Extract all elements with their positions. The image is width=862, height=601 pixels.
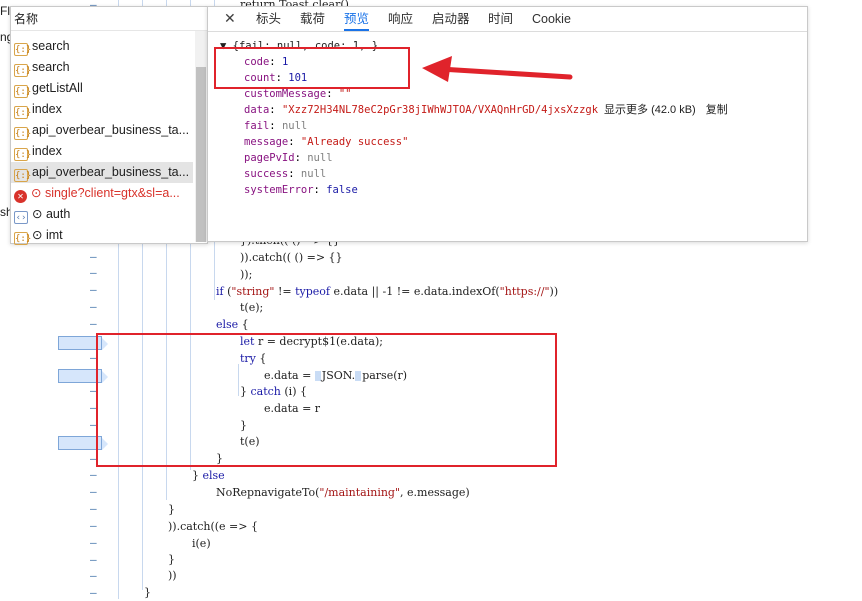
copy-link[interactable]: 复制 bbox=[706, 104, 728, 116]
request-name: index bbox=[32, 102, 62, 116]
request-list-panel: 名称 {:}search {:}search {:}getListAll {:}ind… bbox=[10, 6, 208, 246]
request-row[interactable]: {:}getListAll bbox=[11, 78, 193, 99]
error-icon: ✕ bbox=[14, 190, 27, 203]
request-row[interactable]: {:}api_overbear_business_ta... bbox=[11, 162, 193, 183]
json-icon: {:} bbox=[14, 43, 32, 56]
tab-cookie[interactable]: Cookie bbox=[532, 7, 571, 31]
code-line: )) bbox=[168, 569, 177, 582]
request-row[interactable]: ‹› ⊙ auth bbox=[11, 204, 193, 225]
code-line: )); bbox=[240, 268, 253, 281]
gutter-line-marker: – bbox=[90, 519, 97, 532]
request-list-header[interactable]: 名称 bbox=[11, 7, 207, 31]
code-line: if ("string" != typeof e.data || -1 != e… bbox=[216, 285, 559, 298]
tab-response[interactable]: 响应 bbox=[388, 7, 413, 31]
json-field-message[interactable]: message: "Already success" bbox=[244, 134, 408, 150]
gutter-line-marker: – bbox=[90, 536, 97, 549]
json-field-systemError[interactable]: systemError: false bbox=[244, 182, 358, 198]
request-row[interactable]: {:}api_overbear_business_ta... bbox=[11, 120, 193, 141]
request-name: api_overbear_business_ta... bbox=[32, 123, 190, 137]
code-line: )).catch(( () => {} bbox=[240, 251, 343, 264]
code-line: else { bbox=[216, 318, 249, 331]
request-row[interactable]: {:}search bbox=[11, 57, 193, 78]
request-name: search bbox=[32, 60, 70, 74]
gutter-line-marker: – bbox=[90, 266, 97, 279]
json-value: null bbox=[307, 152, 333, 164]
gutter-line-marker: – bbox=[90, 586, 97, 599]
request-name: getListAll bbox=[32, 81, 83, 95]
json-value: false bbox=[326, 184, 358, 196]
json-key: fail bbox=[244, 120, 270, 132]
request-row[interactable]: {:}index bbox=[11, 141, 193, 162]
code-line: NoRepnavigateTo("/maintaining", e.messag… bbox=[216, 486, 470, 499]
json-icon: {:} bbox=[14, 148, 32, 161]
gutter-line-marker: – bbox=[90, 569, 97, 582]
request-row[interactable]: ✕ ⊙ single?client=gtx&sl=a... bbox=[11, 183, 193, 204]
tab-timing[interactable]: 时间 bbox=[488, 7, 513, 31]
json-field-data[interactable]: data: "Xzz72H34NL78eC2pGr38jIWhWJTOA/VXA… bbox=[244, 102, 728, 118]
code-line: i(e) bbox=[192, 537, 211, 550]
json-field-fail[interactable]: fail: null bbox=[244, 118, 307, 134]
gutter-line-marker: – bbox=[90, 300, 97, 313]
gutter-line-marker: – bbox=[90, 502, 97, 515]
gutter-line-marker: – bbox=[90, 317, 97, 330]
json-value: "" bbox=[338, 88, 352, 100]
code-line: } else bbox=[192, 469, 225, 482]
annotation-arrow bbox=[422, 56, 573, 82]
json-icon: {:} bbox=[14, 106, 32, 119]
json-key: customMessage bbox=[244, 88, 327, 100]
code-line: } bbox=[168, 553, 175, 566]
tab-payload[interactable]: 载荷 bbox=[300, 7, 325, 31]
json-value: "Xzz72H34NL78eC2pGr38jIWhWJTOA/VXAQnHrGD… bbox=[281, 104, 599, 116]
annotation-box bbox=[214, 47, 410, 89]
json-icon: {:} bbox=[14, 127, 32, 140]
json-value: null bbox=[281, 120, 308, 132]
show-more-link[interactable]: 显示更多 (42.0 kB) bbox=[604, 104, 696, 116]
code-line: } bbox=[168, 503, 175, 516]
json-key: message bbox=[244, 136, 289, 148]
json-key: pagePvId bbox=[244, 152, 295, 164]
request-name: ⊙ imt bbox=[32, 228, 63, 242]
gutter-line-marker: – bbox=[90, 250, 97, 263]
json-icon: {:} bbox=[14, 64, 32, 77]
request-list-scrollbar[interactable] bbox=[195, 31, 207, 242]
json-value: "Already success" bbox=[300, 136, 409, 148]
close-icon[interactable]: ✕ bbox=[224, 10, 236, 27]
json-icon: {:} bbox=[14, 169, 32, 182]
detail-tabbar: ✕ 标头 载荷 预览 响应 启动器 时间 Cookie bbox=[208, 7, 807, 32]
json-key: data bbox=[244, 104, 270, 116]
json-icon: {:} bbox=[14, 85, 32, 98]
json-field-pagePvId[interactable]: pagePvId: null bbox=[244, 150, 333, 166]
tab-preview[interactable]: 预览 bbox=[344, 7, 370, 31]
json-key: systemError bbox=[244, 184, 314, 196]
code-line: t(e); bbox=[240, 301, 264, 314]
tab-headers[interactable]: 标头 bbox=[256, 7, 281, 31]
code-line: )).catch((e => { bbox=[168, 520, 258, 533]
request-name: search bbox=[32, 39, 70, 53]
gutter-line-marker: – bbox=[90, 553, 97, 566]
json-field-success[interactable]: success: null bbox=[244, 166, 326, 182]
request-row[interactable]: {:}⊙ imt bbox=[11, 225, 193, 246]
annotation-box bbox=[96, 333, 557, 467]
json-icon: {:} bbox=[14, 232, 32, 245]
document-icon: ‹› bbox=[14, 211, 28, 224]
request-name: ⊙ auth bbox=[32, 207, 71, 221]
json-key: success bbox=[244, 168, 289, 180]
json-value: null bbox=[300, 168, 327, 180]
request-row[interactable]: {:}search bbox=[11, 36, 193, 57]
request-name: ⊙ single?client=gtx&sl=a... bbox=[31, 186, 180, 200]
tab-initiator[interactable]: 启动器 bbox=[432, 7, 470, 31]
request-row[interactable]: {:}index bbox=[11, 99, 193, 120]
request-name: index bbox=[32, 144, 62, 158]
scrollbar-thumb[interactable] bbox=[196, 67, 206, 242]
request-name: api_overbear_business_ta... bbox=[32, 165, 190, 179]
gutter-line-marker: – bbox=[90, 283, 97, 296]
gutter-line-marker: – bbox=[90, 468, 97, 481]
preview-panel: ✕ 标头 载荷 预览 响应 启动器 时间 Cookie ▼ {fail: nul… bbox=[207, 6, 808, 242]
gutter-line-marker: – bbox=[90, 485, 97, 498]
